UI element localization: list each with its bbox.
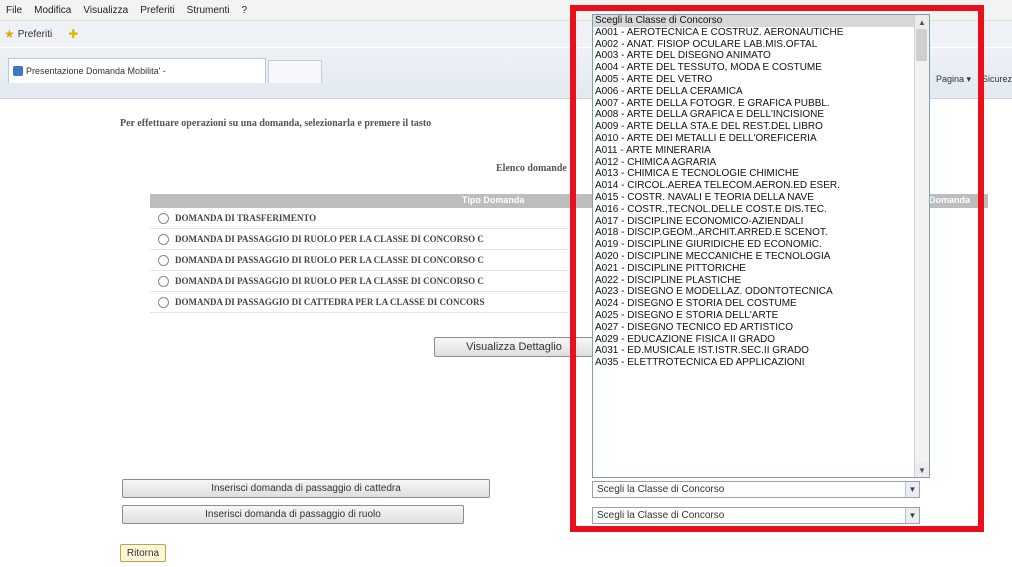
highlight-annotation-box bbox=[570, 5, 984, 532]
table-row[interactable]: DOMANDA DI PASSAGGIO DI RUOLO PER LA CLA… bbox=[150, 229, 568, 250]
menu-help[interactable]: ? bbox=[241, 5, 247, 16]
insert-cattedra-button[interactable]: Inserisci domanda di passaggio di catted… bbox=[122, 479, 490, 498]
menu-file[interactable]: File bbox=[6, 5, 22, 16]
row-label: DOMANDA DI PASSAGGIO DI RUOLO PER LA CLA… bbox=[175, 276, 484, 286]
page-icon bbox=[13, 66, 23, 76]
insert-ruolo-button[interactable]: Inserisci domanda di passaggio di ruolo bbox=[122, 505, 464, 524]
row-radio[interactable] bbox=[158, 296, 169, 308]
instruction-text: Per effettuare operazioni su una domanda… bbox=[120, 118, 432, 129]
row-radio[interactable] bbox=[158, 233, 169, 245]
table-row[interactable]: DOMANDA DI PASSAGGIO DI RUOLO PER LA CLA… bbox=[150, 250, 568, 271]
favorites-button[interactable]: Preferiti bbox=[18, 29, 52, 40]
row-label: DOMANDA DI PASSAGGIO DI CATTEDRA PER LA … bbox=[175, 297, 485, 307]
security-menu[interactable]: Sicurez bbox=[982, 74, 1012, 84]
menu-modifica[interactable]: Modifica bbox=[34, 5, 71, 16]
menu-strumenti[interactable]: Strumenti bbox=[187, 5, 230, 16]
add-favorite-icon[interactable]: ✚ bbox=[68, 27, 78, 41]
header-tipo-domanda: Tipo Domanda bbox=[462, 195, 525, 205]
tab-title: Presentazione Domanda Mobilita' - bbox=[26, 66, 166, 76]
menu-preferiti[interactable]: Preferiti bbox=[140, 5, 174, 16]
table-row[interactable]: DOMANDA DI TRASFERIMENTO bbox=[150, 208, 568, 229]
row-label: DOMANDA DI PASSAGGIO DI RUOLO PER LA CLA… bbox=[175, 255, 484, 265]
row-label: DOMANDA DI TRASFERIMENTO bbox=[175, 213, 317, 223]
favorites-star-icon: ★ bbox=[4, 27, 15, 41]
row-radio[interactable] bbox=[158, 275, 169, 287]
menu-visualizza[interactable]: Visualizza bbox=[83, 5, 128, 16]
row-label: DOMANDA DI PASSAGGIO DI RUOLO PER LA CLA… bbox=[175, 234, 484, 244]
back-button[interactable]: Ritorna bbox=[120, 544, 166, 562]
list-title: Elenco domande bbox=[496, 163, 567, 174]
row-radio[interactable] bbox=[158, 254, 169, 266]
table-row[interactable]: DOMANDA DI PASSAGGIO DI CATTEDRA PER LA … bbox=[150, 292, 568, 313]
browser-tab[interactable]: Presentazione Domanda Mobilita' - bbox=[8, 58, 266, 83]
table-row[interactable]: DOMANDA DI PASSAGGIO DI RUOLO PER LA CLA… bbox=[150, 271, 568, 292]
new-tab-button[interactable] bbox=[268, 60, 322, 83]
row-radio[interactable] bbox=[158, 212, 169, 224]
